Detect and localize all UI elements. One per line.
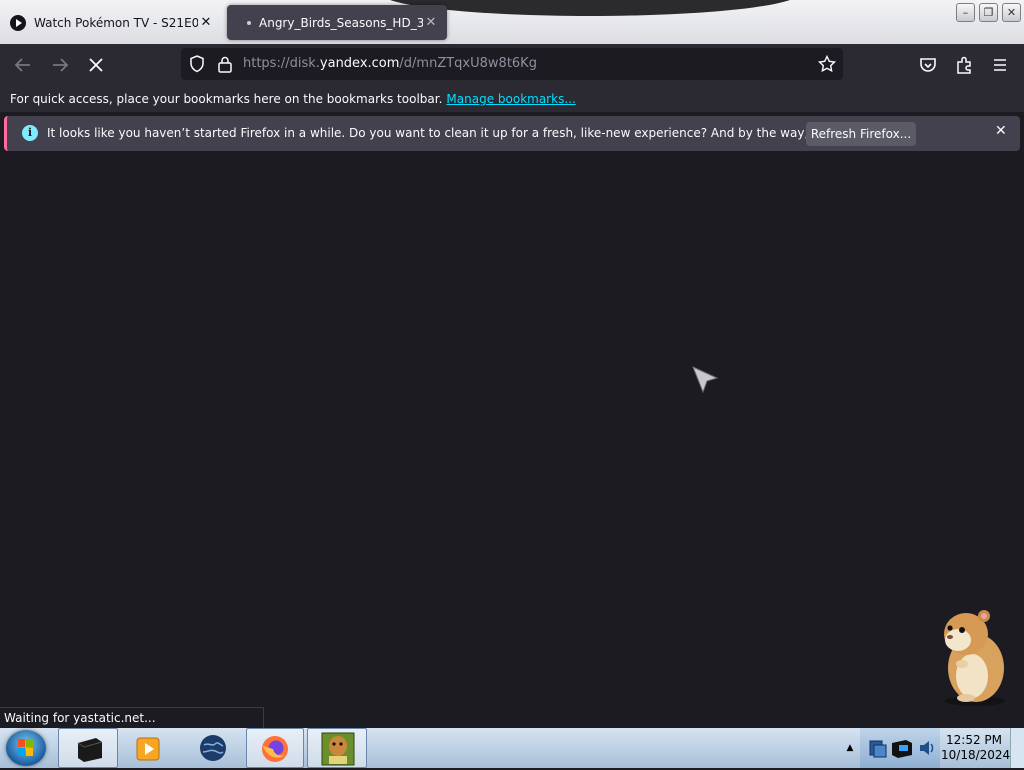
system-tray [860,728,940,768]
media-player-icon [136,737,162,765]
bookmarks-hint-text: For quick access, place your bookmarks h… [10,92,443,106]
url-text[interactable]: https://disk.yandex.com/d/mnZTqxU8w8t6Kg [243,56,537,71]
shield-icon[interactable] [187,54,207,78]
url-prefix: https://disk. [243,56,320,71]
globe-app-icon [198,733,228,767]
refresh-firefox-notification: i It looks like you haven’t started Fire… [4,116,1020,151]
bookmarks-toolbar: For quick access, place your bookmarks h… [0,86,1024,112]
page-content[interactable] [0,152,1024,707]
nav-bar: https://disk.yandex.com/d/mnZTqxU8w8t6Kg [0,44,1024,86]
tray-overflow-arrow[interactable]: ▲ [840,728,860,768]
tab-pokemon[interactable]: Watch Pokémon TV - S21E02 - ✕ [2,5,222,40]
url-path: /d/mnZTqxU8w8t6Kg [399,56,537,71]
restore-button[interactable]: ❐ [979,3,998,22]
firefox-icon [260,734,290,768]
black-box-app-icon [75,735,105,767]
device-icon[interactable] [890,737,914,763]
taskbar-game-box[interactable] [307,728,367,768]
play-icon [10,14,26,31]
manage-bookmarks-link[interactable]: Manage bookmarks... [446,92,575,106]
url-domain: yandex.com [319,56,400,71]
taskbar-black-box-app[interactable] [58,728,118,768]
taskbar-clock[interactable]: 12:52 PM 10/18/2024 [941,733,1011,763]
taskbar: ▲ 12:52 PM 10/18/2024 [0,728,1024,768]
stop-loading-icon[interactable] [85,54,107,76]
close-tab-icon[interactable]: ✕ [198,15,214,30]
clock-date: 10/18/2024 [941,748,1011,762]
network-icon[interactable] [868,737,888,763]
bookmark-star-icon[interactable] [817,54,837,78]
hamster-desktop-pet[interactable] [928,606,1010,712]
pocket-icon[interactable] [917,54,939,76]
loading-dot-icon [247,20,251,25]
mouse-cursor-icon [692,366,719,398]
taskbar-media-player[interactable] [122,728,180,768]
close-tab-icon[interactable]: ✕ [423,15,439,30]
status-text: Waiting for yastatic.net... [0,707,264,728]
show-desktop-button[interactable] [1010,728,1024,768]
start-button[interactable] [6,730,46,766]
tab-strip: Watch Pokémon TV - S21E02 - ✕ Angry_Bird… [0,0,1024,44]
minimize-button[interactable]: – [956,3,975,22]
url-bar[interactable]: https://disk.yandex.com/d/mnZTqxU8w8t6Kg [181,48,843,80]
bookmarks-hint: For quick access, place your bookmarks h… [10,92,576,106]
game-box-icon [321,732,355,770]
forward-icon[interactable] [49,54,71,76]
taskbar-globe-app[interactable] [184,728,242,768]
tab-angry-birds[interactable]: Angry_Birds_Seasons_HD_3.1.1 ✕ [227,5,447,40]
tab-title: Watch Pokémon TV - S21E02 - [34,15,198,30]
tab-title: Angry_Birds_Seasons_HD_3.1.1 [259,15,423,30]
clock-time: 12:52 PM [946,733,1002,747]
back-icon[interactable] [12,54,34,76]
refresh-firefox-button[interactable]: Refresh Firefox... [806,122,916,146]
close-window-button[interactable]: ✕ [1002,3,1021,22]
notification-message: It looks like you haven’t started Firefo… [47,126,903,140]
extensions-icon[interactable] [953,54,975,76]
volume-icon[interactable] [918,740,936,760]
close-notification-icon[interactable]: ✕ [995,123,1007,139]
info-icon: i [22,125,38,141]
taskbar-firefox[interactable] [246,728,304,768]
lock-icon[interactable] [215,54,235,78]
menu-icon[interactable] [989,54,1011,76]
